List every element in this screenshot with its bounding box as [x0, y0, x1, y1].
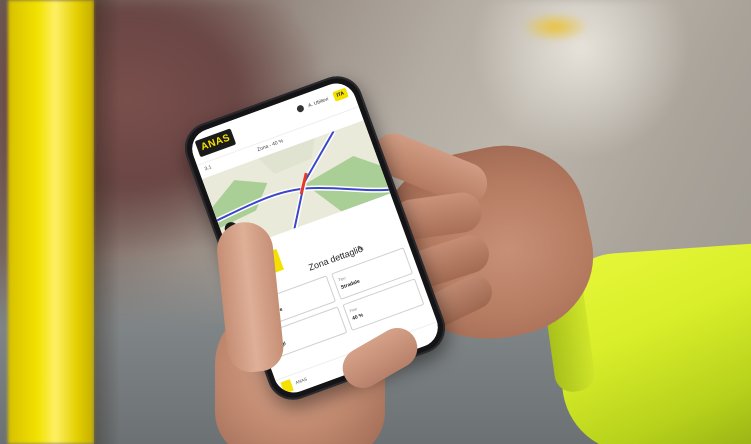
footer-logo: [280, 379, 294, 394]
background-yellow-light: [520, 12, 590, 42]
yellow-pole: [8, 0, 94, 444]
subbar-left[interactable]: 3.1: [204, 164, 213, 172]
language-badge[interactable]: ITA: [332, 87, 349, 102]
user-icon[interactable]: [295, 104, 305, 114]
card-key: Fine: [348, 306, 358, 314]
photo-scene: ANAS A. Ubilevi ITA 3.1 Zona - 40 % Zona…: [0, 0, 751, 444]
card-value: 40 %: [351, 312, 365, 322]
card-key: Tipo: [337, 275, 347, 283]
footer-text: ANAS: [294, 376, 308, 386]
header-username[interactable]: A. Ubilevi: [307, 96, 329, 109]
pole-shadow: [94, 0, 120, 444]
